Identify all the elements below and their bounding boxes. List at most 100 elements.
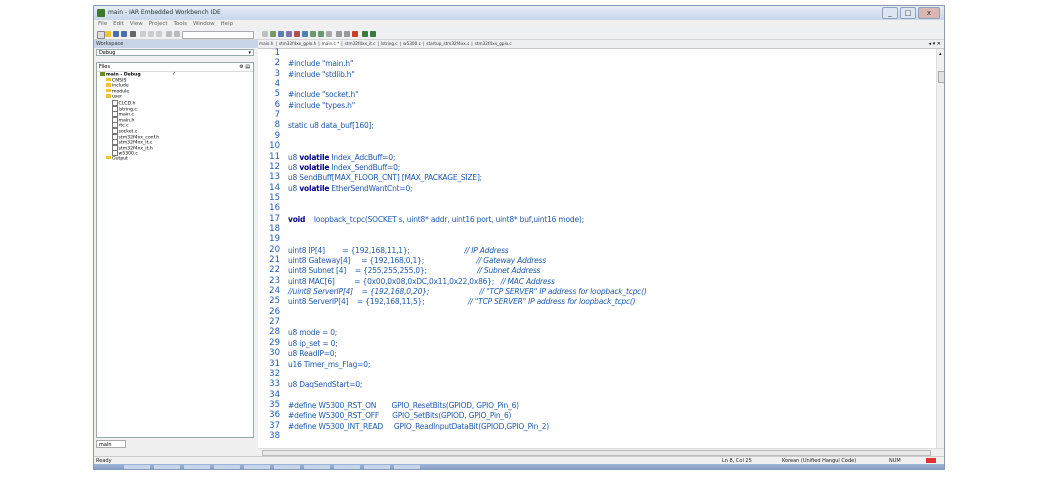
editor-tab[interactable]: stm32f4xx_it.c — [344, 40, 377, 48]
taskbar-button[interactable] — [184, 465, 210, 469]
taskbar-button[interactable] — [124, 465, 150, 469]
workspace-header: Workspace — [94, 40, 258, 48]
compile-icon[interactable] — [310, 31, 316, 37]
minimize-button[interactable]: _ — [882, 7, 898, 19]
window-title: main - IAR Embedded Workbench IDE — [108, 9, 221, 16]
horizontal-scrollbar[interactable] — [258, 448, 944, 456]
code-segment: u8 ReadIP=0; — [288, 349, 337, 359]
taskbar-button[interactable] — [334, 465, 360, 469]
code-text: static u8 data_buf[160]; — [288, 121, 374, 130]
code-segment: loopback_tcpc(SOCKET s, uint8* addr, uin… — [305, 214, 584, 224]
tree-body: main - Debug ✓ CMSIS include module user CLCD.… — [97, 71, 253, 162]
code-segment: u8 ip_set = 0; — [288, 338, 338, 348]
menu-project[interactable]: Project — [149, 20, 168, 29]
debug-options-icon[interactable] — [344, 31, 350, 37]
find-input[interactable] — [182, 31, 254, 39]
code-keyword: volatile — [299, 152, 330, 162]
code-text: void loopback_tcpc(SOCKET s, uint8* addr… — [288, 215, 584, 224]
breakpoint-toggle-icon[interactable] — [336, 31, 342, 37]
code-text: uint8 Subnet [4] = {255,255,255,0}; // S… — [288, 266, 540, 275]
code-text: u8 volatile EtherSendWantCnt=0; — [288, 184, 413, 193]
line-number: 12 — [269, 161, 280, 172]
taskbar-button[interactable] — [364, 465, 390, 469]
scroll-up-icon[interactable]: ▴ — [939, 51, 942, 57]
line-number: 5 — [274, 89, 280, 100]
code-text: u8 SendBuff[MAX_FLOOR_CNT] [MAX_PACKAGE_… — [288, 173, 482, 182]
taskbar-button[interactable] — [394, 465, 420, 469]
copy-icon[interactable] — [148, 31, 154, 37]
editor-tab-controls[interactable]: ◂ ▾ ✕ — [929, 40, 941, 48]
menu-file[interactable]: File — [98, 20, 107, 29]
menu-window[interactable]: Window — [193, 20, 215, 29]
debug-without-download-icon[interactable] — [370, 31, 376, 37]
maximize-button[interactable]: □ — [900, 7, 916, 19]
line-number: 32 — [269, 368, 280, 379]
line-number: 23 — [269, 275, 280, 286]
code-comment: //uint8 ServerIP[4] = {192,168,0,20}; //… — [288, 287, 647, 297]
step-icon[interactable] — [326, 31, 332, 37]
code-text: u8 ReadIP=0; — [288, 349, 337, 358]
title-bar: main - IAR Embedded Workbench IDE _ □ x — [94, 6, 944, 20]
line-number: 27 — [269, 317, 280, 328]
taskbar-button[interactable] — [304, 465, 330, 469]
menu-bar: File Edit View Project Tools Window Help — [94, 20, 944, 29]
code-comment: // "TCP SERVER" IP address for loopback_… — [468, 297, 636, 307]
new-file-icon[interactable] — [97, 31, 105, 39]
editor-tab[interactable]: w5300.c — [402, 40, 422, 48]
cut-icon[interactable] — [140, 31, 146, 37]
taskbar-button[interactable] — [154, 465, 180, 469]
redo-icon[interactable] — [174, 31, 180, 37]
folder-icon — [106, 155, 111, 160]
editor-tab[interactable]: stm32f4xx_gpio.h — [278, 40, 317, 48]
code-text: #include "socket.h" — [288, 90, 359, 99]
print-icon[interactable] — [130, 31, 136, 37]
taskbar-button[interactable] — [214, 465, 240, 469]
open-folder-icon[interactable] — [105, 31, 111, 37]
menu-tools[interactable]: Tools — [173, 20, 187, 29]
find-next-icon[interactable] — [270, 31, 276, 37]
editor-tab[interactable]: startup_stm32f4xx.s — [425, 40, 470, 48]
download-debug-icon[interactable] — [362, 31, 368, 37]
menu-edit[interactable]: Edit — [113, 20, 124, 29]
line-number: 38 — [269, 430, 280, 441]
scroll-thumb[interactable] — [938, 71, 944, 83]
save-icon[interactable] — [113, 31, 119, 37]
undo-icon[interactable] — [166, 31, 172, 37]
code-text: uint8 Gateway[4] = {192,168,0,1}; // Gat… — [288, 256, 546, 265]
tree-item-label: include — [112, 83, 129, 89]
editor-tab[interactable]: lstring.c — [380, 40, 399, 48]
line-number: 21 — [269, 255, 280, 265]
bookmark-icon[interactable] — [286, 31, 292, 37]
editor-tab[interactable]: main.c * — [320, 40, 341, 48]
paste-icon[interactable] — [156, 31, 162, 37]
line-number: 10 — [269, 141, 280, 152]
code-segment: u8 — [288, 162, 300, 172]
taskbar-button[interactable] — [244, 465, 270, 469]
line-number: 1 — [274, 48, 280, 58]
code-text: uint8 IP[4] = {192,168,11,1}; // IP Addr… — [288, 246, 509, 255]
taskbar-button[interactable] — [274, 465, 300, 469]
editor-tab[interactable]: stm32f4xx_gpio.c — [474, 40, 513, 48]
tree-item[interactable]: Output — [97, 155, 253, 162]
code-segment: u8 SendBuff[MAX_FLOOR_CNT] [MAX_PACKAGE_… — [288, 173, 483, 183]
stop-icon[interactable] — [294, 31, 300, 37]
code-editor[interactable]: 1 2 #include "main.h" 3 #include "stdlib.h" 4… — [258, 49, 936, 448]
close-button[interactable]: x — [918, 7, 940, 19]
vertical-scrollbar[interactable]: ▴ — [936, 49, 944, 448]
menu-view[interactable]: View — [130, 20, 143, 29]
project-icon — [100, 72, 105, 76]
workspace-tab-main[interactable]: main — [96, 440, 126, 448]
save-all-icon[interactable] — [121, 31, 127, 37]
code-segment: #include "main.h" — [288, 59, 354, 69]
config-select[interactable]: Debug ▾ — [96, 49, 254, 56]
breakpoint-icon[interactable] — [352, 31, 358, 37]
chevron-down-icon: ▾ — [248, 50, 251, 56]
make-icon[interactable] — [318, 31, 324, 37]
find-dropdown-icon[interactable] — [262, 31, 268, 37]
menu-help[interactable]: Help — [221, 20, 234, 29]
code-text: u8 mode = 0; — [288, 328, 337, 337]
editor-tab[interactable]: main.h — [258, 40, 274, 48]
find-prev-icon[interactable] — [278, 31, 284, 37]
code-segment: #define W5300_RST_OFF GPIO_SetBits(GPIOD… — [288, 411, 512, 421]
goto-icon[interactable] — [302, 31, 308, 37]
